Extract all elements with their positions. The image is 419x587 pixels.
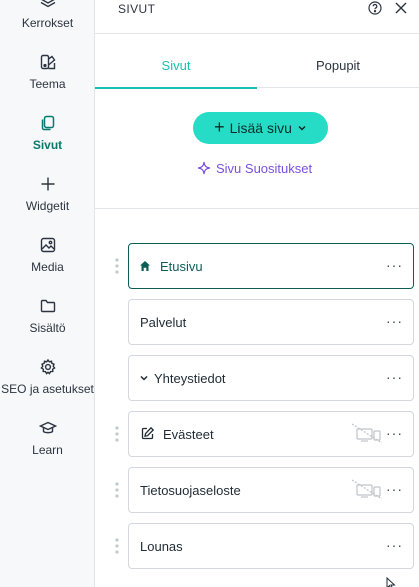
sidebar-item-label: Learn	[32, 443, 63, 457]
drag-handle-icon[interactable]	[114, 257, 120, 275]
plus-icon: +	[214, 117, 225, 137]
close-icon[interactable]	[394, 1, 408, 15]
tab-sivut[interactable]: Sivut	[95, 35, 257, 89]
help-icon[interactable]	[368, 1, 382, 15]
sparkle-icon	[197, 161, 211, 175]
folder-icon	[40, 299, 55, 313]
add-page-label: Lisää sivu	[229, 120, 292, 136]
sidebar-item-learn[interactable]: Learn	[0, 419, 95, 471]
page-name: Palvelut	[140, 315, 187, 330]
more-options-icon[interactable]: ···	[386, 258, 403, 272]
pages-panel: SIVUT Sivut Popupit + Lisää sivu Sivu Su…	[95, 0, 419, 587]
add-page-button[interactable]: + Lisää sivu	[193, 112, 328, 144]
panel-title: SIVUT	[118, 2, 156, 16]
sidebar-item-label: Sivut	[32, 138, 63, 152]
layers-icon	[40, 0, 55, 8]
sidebar-item-label: Sisältö	[29, 321, 66, 335]
hidden-devices-icon	[351, 423, 383, 444]
sidebar-item-sivut[interactable]: Sivut	[0, 114, 95, 166]
page-row-evasteet[interactable]: Evästeet ···	[128, 411, 414, 457]
drag-handle-icon[interactable]	[114, 425, 120, 443]
sidebar: Kerrokset Teema Sivut Widgetit Media Sis…	[0, 0, 95, 587]
home-icon	[140, 261, 150, 271]
sidebar-item-teema[interactable]: Teema	[0, 53, 95, 105]
hidden-devices-icon	[351, 479, 383, 500]
palette-icon	[40, 54, 55, 70]
more-options-icon[interactable]: ···	[386, 370, 403, 384]
page-row-palvelut[interactable]: Palvelut ···	[128, 299, 414, 345]
sidebar-item-label: SEO ja asetukset	[1, 382, 94, 396]
sidebar-item-media[interactable]: Media	[0, 236, 95, 288]
drag-handle-icon[interactable]	[114, 481, 120, 499]
chevron-down-icon	[298, 125, 306, 131]
more-options-icon[interactable]: ···	[386, 314, 403, 328]
sidebar-item-label: Kerrokset	[21, 16, 74, 30]
page-name: Tietosuojaseloste	[140, 483, 241, 498]
sidebar-item-label: Widgetit	[25, 199, 70, 213]
page-suggestions-label: Sivu Suositukset	[216, 160, 313, 176]
pages-icon	[41, 115, 54, 131]
image-icon	[40, 237, 55, 253]
more-options-icon[interactable]: ···	[386, 426, 403, 440]
sidebar-item-label: Teema	[29, 77, 66, 91]
page-row-tietosuojaseloste[interactable]: Tietosuojaseloste ···	[128, 467, 414, 513]
page-row-etusivu[interactable]: Etusivu ···	[128, 243, 414, 289]
sidebar-item-kerrokset[interactable]: Kerrokset	[0, 0, 95, 44]
more-options-icon[interactable]: ···	[386, 482, 403, 496]
page-row-yhteystiedot[interactable]: Yhteystiedot ···	[128, 355, 414, 401]
panel-header: SIVUT	[95, 0, 419, 34]
page-name: Yhteystiedot	[154, 371, 226, 386]
more-options-icon[interactable]: ···	[386, 538, 403, 552]
plus-icon	[41, 177, 54, 191]
sidebar-item-label: Media	[31, 260, 64, 274]
graduation-cap-icon	[38, 421, 57, 434]
divider	[95, 208, 419, 209]
chevron-down-icon[interactable]	[139, 373, 149, 383]
page-name: Etusivu	[160, 259, 203, 274]
page-name: Lounas	[140, 539, 183, 554]
tab-popupit[interactable]: Popupit	[257, 35, 419, 88]
settings-gear-icon	[39, 358, 56, 375]
drag-handle-icon[interactable]	[114, 537, 120, 555]
sidebar-item-seo[interactable]: SEO ja asetukset	[0, 358, 95, 410]
page-row-lounas[interactable]: Lounas ···	[128, 523, 414, 569]
mouse-cursor-icon	[386, 577, 396, 587]
page-name: Evästeet	[163, 427, 214, 442]
page-suggestions-link[interactable]: Sivu Suositukset	[197, 158, 312, 178]
panel-tabs: Sivut Popupit	[95, 35, 419, 89]
sidebar-item-widgetit[interactable]: Widgetit	[0, 175, 95, 227]
sidebar-item-sisalto[interactable]: Sisältö	[0, 297, 95, 349]
edit-icon	[141, 426, 155, 440]
